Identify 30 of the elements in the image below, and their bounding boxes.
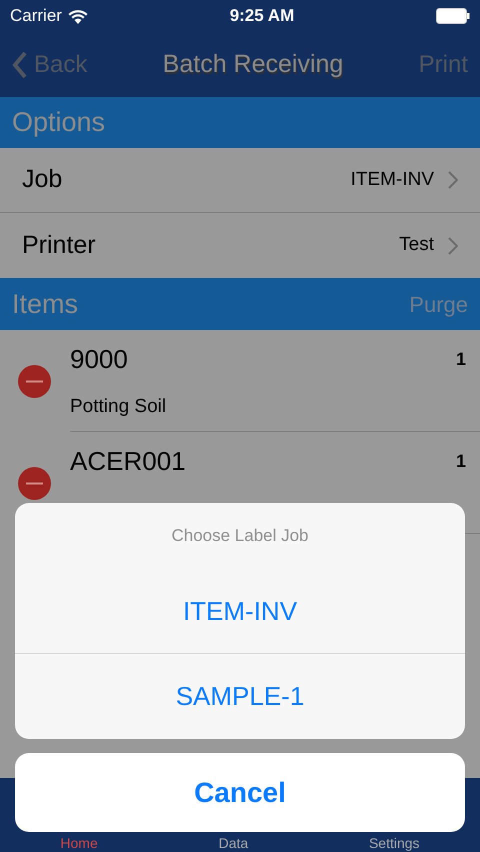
item-quantity: 1 (456, 348, 466, 371)
wifi-icon (68, 8, 88, 24)
tab[interactable]: Home (56, 835, 102, 851)
section-title: Items (12, 288, 78, 321)
time-label: 9:25 AM (230, 5, 294, 28)
delete-icon[interactable] (18, 364, 51, 398)
option-value: ITEM-INV (350, 168, 434, 192)
option-label: Printer (22, 230, 96, 261)
chevron-right-icon (448, 171, 458, 189)
chevron-right-icon (448, 236, 458, 254)
section-title: Options (12, 106, 106, 140)
action-sheet-title: Choose Label Job (171, 525, 309, 548)
battery-icon (436, 8, 470, 24)
option-value: Test (399, 233, 434, 258)
screen-title: Batch Receiving (162, 48, 344, 80)
tab[interactable]: Data (214, 835, 252, 851)
tab[interactable]: Settings (364, 835, 424, 851)
option-label: Job (22, 164, 62, 196)
item-code: 9000 (70, 343, 128, 376)
item-quantity: 1 (456, 450, 466, 473)
cancel-button[interactable]: Cancel (15, 753, 465, 832)
item-description: Potting Soil (70, 395, 168, 419)
action-sheet-option[interactable]: ITEM-INV (15, 569, 465, 654)
delete-icon[interactable] (18, 466, 51, 500)
option-row[interactable]: Job ITEM-INV (0, 148, 480, 213)
option-row[interactable]: Printer Test (0, 213, 480, 278)
carrier-label: Carrier (10, 5, 62, 28)
chevron-left-icon (12, 50, 28, 78)
action-sheet-option[interactable]: SAMPLE-1 (15, 654, 465, 739)
item-code: ACER001 (70, 445, 186, 478)
